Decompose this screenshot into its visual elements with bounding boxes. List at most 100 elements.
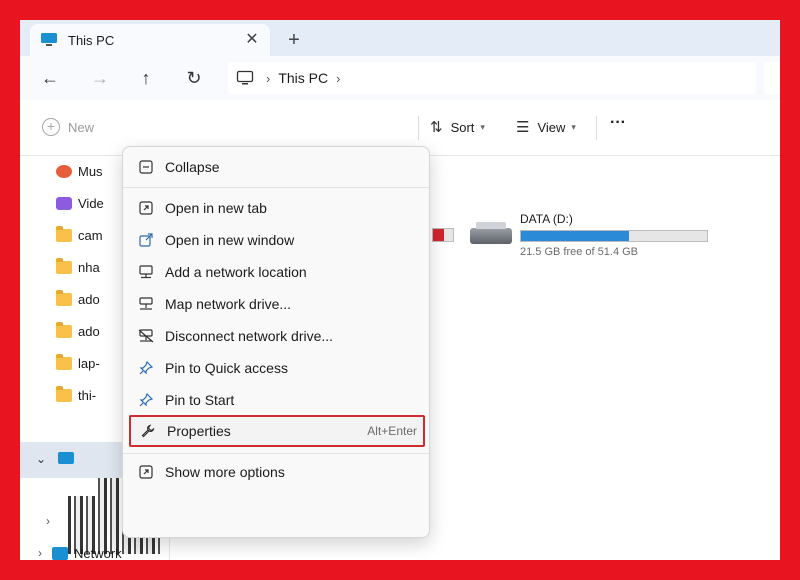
forward-button[interactable]: → [88, 66, 112, 90]
menu-divider [123, 187, 429, 188]
sidebar-item-label: nha [78, 259, 100, 275]
video-icon [56, 196, 72, 210]
sidebar-item-label: Mus [78, 163, 103, 179]
sidebar-item-folder[interactable]: thi- [56, 384, 96, 406]
more-options-icon [137, 463, 155, 481]
sidebar-item-music[interactable]: Mus [56, 160, 103, 182]
sidebar-item-folder[interactable]: cam [56, 224, 103, 246]
sidebar-item-folder[interactable]: nha [56, 256, 100, 278]
collapse-icon [137, 158, 155, 176]
drive-c-usage-bar [432, 228, 454, 242]
new-tab-button[interactable]: + [282, 28, 306, 52]
sidebar-item-folder[interactable]: ado [56, 288, 100, 310]
menu-item-label: Show more options [165, 464, 285, 480]
menu-divider [123, 453, 429, 454]
view-button[interactable]: ☰ View ▾ [516, 118, 576, 136]
menu-item-label: Map network drive... [165, 296, 292, 312]
more-options-button[interactable]: ··· [610, 114, 626, 132]
menu-item-label: Open in new window [165, 232, 295, 248]
chevron-down-icon[interactable]: ⌄ [36, 452, 46, 466]
sort-label: Sort [450, 119, 475, 135]
drive-label: DATA (D:) [520, 212, 573, 226]
sort-button[interactable]: ⇅ Sort ▾ [430, 118, 485, 136]
open-window-icon [137, 231, 155, 249]
menu-item-label: Pin to Start [165, 392, 235, 408]
menu-item-label: Properties [167, 423, 231, 439]
divider [596, 116, 597, 140]
menu-item-pin-to-start[interactable]: Pin to Start [129, 385, 425, 415]
open-tab-icon [137, 199, 155, 217]
navigation-bar: ← → ↑ ↻ › This PC › [20, 56, 780, 100]
menu-item-open-new-window[interactable]: Open in new window [129, 225, 425, 255]
tab-strip: This PC ✕ + [20, 20, 780, 56]
tab-this-pc[interactable]: This PC ✕ [30, 24, 270, 56]
back-button[interactable]: ← [38, 66, 62, 90]
menu-item-collapse[interactable]: Collapse [129, 152, 425, 182]
usage-fill [433, 229, 444, 241]
network-icon [52, 546, 68, 560]
sidebar-item-videos[interactable]: Vide [56, 192, 104, 214]
sort-icon: ⇅ [430, 119, 443, 136]
folder-icon [56, 321, 72, 338]
drive-free-space: 21.5 GB free of 51.4 GB [520, 246, 639, 258]
menu-item-label: Disconnect network drive... [165, 328, 334, 344]
pin-icon [137, 359, 155, 377]
disconnect-drive-icon [137, 327, 155, 345]
breadcrumb-chevron[interactable]: › [336, 71, 340, 86]
new-button[interactable]: + New [42, 118, 94, 136]
folder-icon [56, 353, 72, 370]
music-icon [56, 164, 72, 178]
monitor-icon [41, 33, 57, 46]
monitor-icon [236, 70, 254, 85]
chevron-right-icon[interactable]: › [38, 546, 42, 560]
divider [418, 116, 419, 140]
menu-item-label: Collapse [165, 159, 220, 175]
menu-item-disconnect-network-drive[interactable]: Disconnect network drive... [129, 321, 425, 351]
hard-drive-icon [470, 222, 512, 244]
monitor-icon [58, 452, 74, 464]
menu-item-properties[interactable]: Properties Alt+Enter [129, 415, 425, 447]
menu-item-label: Pin to Quick access [165, 360, 288, 376]
menu-item-open-new-tab[interactable]: Open in new tab [129, 193, 425, 223]
view-icon: ☰ [516, 119, 530, 136]
address-bar[interactable]: › This PC › [228, 62, 756, 94]
sidebar-item-label: lap- [78, 355, 100, 371]
sidebar-item-label: ado [78, 291, 100, 307]
network-location-icon [137, 263, 155, 281]
sidebar-item-folder[interactable]: lap- [56, 352, 100, 374]
menu-item-show-more-options[interactable]: Show more options [129, 457, 425, 487]
menu-item-map-network-drive[interactable]: Map network drive... [129, 289, 425, 319]
menu-item-pin-quick-access[interactable]: Pin to Quick access [129, 353, 425, 383]
new-label: New [68, 119, 95, 135]
drive-d[interactable]: DATA (D:) 21.5 GB free of 51.4 GB [468, 210, 728, 260]
pin-icon [137, 391, 155, 409]
sidebar-item-folder[interactable]: ado [56, 320, 100, 342]
tab-title: This PC [68, 32, 115, 48]
search-box[interactable] [764, 62, 780, 94]
folder-icon [56, 257, 72, 274]
breadcrumb-chevron: › [266, 70, 271, 86]
drive-d-usage-bar [520, 230, 708, 242]
map-drive-icon [137, 295, 155, 313]
sidebar-item-label: thi- [78, 387, 97, 403]
menu-item-label: Add a network location [165, 264, 307, 280]
sidebar-item-label: Vide [78, 195, 104, 211]
refresh-button[interactable]: ↻ [182, 66, 206, 90]
chevron-right-icon[interactable]: › [46, 514, 50, 528]
folder-icon [56, 289, 72, 306]
menu-item-label: Open in new tab [165, 200, 267, 216]
folder-icon [56, 385, 72, 402]
chevron-down-icon: ▾ [571, 121, 576, 132]
sidebar-item-network[interactable]: › Network [38, 542, 122, 561]
breadcrumb-this-pc[interactable]: This PC [278, 70, 328, 86]
up-button[interactable]: ↑ [134, 66, 158, 90]
view-label: View [537, 119, 566, 135]
usage-fill [521, 231, 629, 241]
chevron-down-icon: ▾ [480, 121, 485, 132]
close-icon[interactable]: ✕ [242, 30, 262, 50]
wrench-icon [139, 422, 157, 440]
folder-icon [56, 225, 72, 242]
sidebar-item-label: cam [78, 227, 103, 243]
menu-item-add-network-location[interactable]: Add a network location [129, 257, 425, 287]
sidebar-item-label: Network [74, 545, 122, 561]
